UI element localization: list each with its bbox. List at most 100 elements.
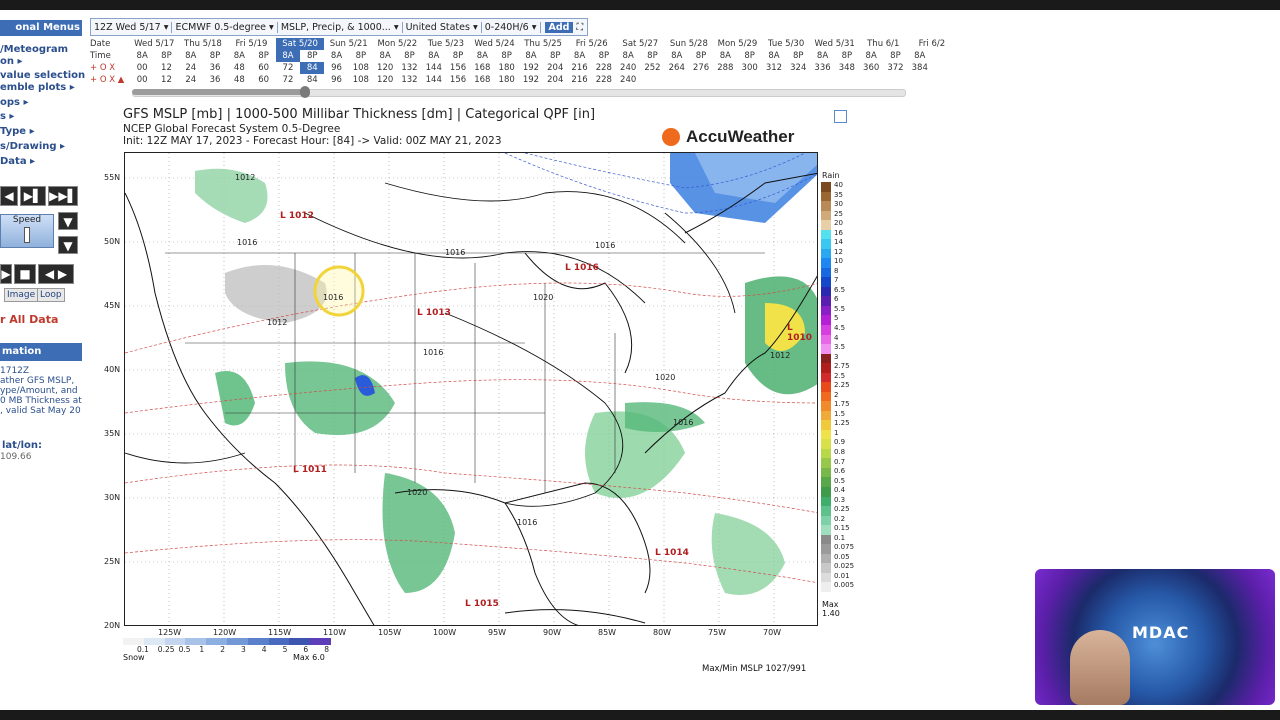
timeline-hour[interactable]: 204 xyxy=(543,74,567,86)
timeline-date[interactable]: Sat 5/27 xyxy=(616,38,665,50)
timeline-time[interactable]: 8A xyxy=(519,50,543,62)
timeline-date[interactable]: Mon 5/22 xyxy=(373,38,422,50)
timeline-hour[interactable]: 156 xyxy=(446,62,470,74)
timeline-hour[interactable]: 360 xyxy=(859,62,883,74)
play-forward-icon[interactable]: ▶▌ xyxy=(20,186,46,206)
timeline-hour[interactable]: 156 xyxy=(446,74,470,86)
timeline-hour[interactable]: 336 xyxy=(810,62,834,74)
sidebar-link[interactable]: /Meteogram xyxy=(0,44,68,55)
timeline-hour[interactable]: 00 xyxy=(130,62,154,74)
timeline-date[interactable]: Wed 5/24 xyxy=(470,38,519,50)
toolbar-dropdown[interactable]: United States ▾ xyxy=(403,21,482,33)
timeline-hour[interactable]: 48 xyxy=(227,62,251,74)
timeline-hour[interactable]: 192 xyxy=(519,62,543,74)
sidebar-link[interactable]: on ▸ xyxy=(0,56,23,67)
clear-all-link[interactable]: r All Data xyxy=(0,313,58,326)
timeline-time[interactable]: 8A xyxy=(470,50,494,62)
timeline-time[interactable]: 8P xyxy=(883,50,907,62)
timeline-hour[interactable]: 144 xyxy=(422,62,446,74)
timeline-hour[interactable]: 384 xyxy=(908,62,932,74)
timeline-date[interactable]: Fri 5/26 xyxy=(567,38,616,50)
stop-icon[interactable]: ■ xyxy=(14,264,36,284)
timeline-date[interactable]: Tue 5/23 xyxy=(422,38,471,50)
timeline-time[interactable]: 8P xyxy=(349,50,373,62)
speed-handle[interactable] xyxy=(24,227,30,243)
timeline-hour[interactable]: 60 xyxy=(252,62,276,74)
timeline-time[interactable]: 8P xyxy=(689,50,713,62)
timeline-date[interactable]: Fri 6/2 xyxy=(908,38,957,50)
timeline-time[interactable]: 8A xyxy=(665,50,689,62)
timeline-time[interactable]: 8A xyxy=(179,50,203,62)
timeline-hour[interactable]: 300 xyxy=(738,62,762,74)
sidebar-link[interactable]: emble plots ▸ xyxy=(0,82,75,93)
speed-down-icon[interactable]: ▼ xyxy=(58,236,78,254)
timeline-time[interactable]: 8P xyxy=(203,50,227,62)
timeline-hour[interactable]: 228 xyxy=(592,62,616,74)
timeline-hour[interactable]: 348 xyxy=(835,62,859,74)
timeline-hour[interactable]: 48 xyxy=(227,74,251,86)
timeline-hour[interactable]: 240 xyxy=(616,62,640,74)
timeline-time[interactable]: 8A xyxy=(713,50,737,62)
timeline-date[interactable]: Fri 5/19 xyxy=(227,38,276,50)
timeline-hour[interactable]: 192 xyxy=(519,74,543,86)
timeline-row1-controls[interactable]: + O X xyxy=(90,62,115,74)
timeline-hour[interactable]: 228 xyxy=(592,74,616,86)
timeline-hour[interactable]: 180 xyxy=(495,74,519,86)
timeline-hour[interactable]: 108 xyxy=(349,74,373,86)
timeline-hour[interactable]: 132 xyxy=(397,74,421,86)
timeline-hour[interactable]: 108 xyxy=(349,62,373,74)
timeline-hour[interactable]: 288 xyxy=(713,62,737,74)
timeline-hour[interactable]: 12 xyxy=(154,62,178,74)
timeline-hour[interactable]: 264 xyxy=(665,62,689,74)
timeline-hour[interactable]: 24 xyxy=(179,62,203,74)
timeline-hour[interactable]: 96 xyxy=(324,74,348,86)
sidebar-link[interactable]: Data ▸ xyxy=(0,156,35,167)
timeline-time[interactable]: 8P xyxy=(835,50,859,62)
timeline-hour[interactable]: 168 xyxy=(470,62,494,74)
sidebar-link[interactable]: Type ▸ xyxy=(0,126,35,137)
timeline-time[interactable]: 8A xyxy=(227,50,251,62)
timeline-hour[interactable]: 24 xyxy=(179,74,203,86)
timeline-hour[interactable]: 240 xyxy=(616,74,640,86)
sidebar-link[interactable]: ops ▸ xyxy=(0,97,28,108)
step-back-icon[interactable]: ◀ xyxy=(0,186,18,206)
timeline-hour[interactable]: 96 xyxy=(324,62,348,74)
toolbar-dropdown[interactable]: 12Z Wed 5/17 ▾ xyxy=(91,21,173,33)
toolbar-dropdown[interactable]: ECMWF 0.5-degree ▾ xyxy=(172,21,278,33)
timeline-time[interactable]: 8P xyxy=(738,50,762,62)
timeline-date[interactable]: Wed 5/17 xyxy=(130,38,179,50)
timeline-time[interactable]: 8A xyxy=(908,50,932,62)
timeline-time[interactable]: 8A xyxy=(859,50,883,62)
timeline-hour[interactable]: 60 xyxy=(252,74,276,86)
timeline-hour[interactable]: 36 xyxy=(203,74,227,86)
timeline-date[interactable]: Wed 5/31 xyxy=(810,38,859,50)
timeline-hour[interactable]: 72 xyxy=(276,74,300,86)
toolbar-dropdown[interactable]: MSLP, Precip, & 1000... ▾ xyxy=(278,21,403,33)
toolbar-dropdown[interactable]: 0-240H/6 ▾ xyxy=(482,21,541,33)
timeline-hour[interactable]: 36 xyxy=(203,62,227,74)
sidebar-link[interactable]: s ▸ xyxy=(0,111,14,122)
timeline-hour[interactable]: 204 xyxy=(543,62,567,74)
timeline-date[interactable]: Thu 5/18 xyxy=(179,38,228,50)
timeline-hour[interactable]: 372 xyxy=(883,62,907,74)
play-icon[interactable]: ▶ xyxy=(0,264,12,284)
timeline-time[interactable]: 8P xyxy=(397,50,421,62)
timeline-time[interactable]: 8A xyxy=(762,50,786,62)
timeline-hour[interactable]: 84 xyxy=(300,62,325,74)
timeline-time[interactable]: 8P xyxy=(495,50,519,62)
timeline-hour[interactable]: 72 xyxy=(276,62,300,74)
image-tab[interactable]: Image xyxy=(4,288,39,302)
timeline-hour[interactable]: 120 xyxy=(373,62,397,74)
add-button[interactable]: Add xyxy=(544,21,574,33)
timeline-time[interactable]: 8A xyxy=(130,50,154,62)
loop-tab[interactable]: Loop xyxy=(37,288,65,302)
timeline-time[interactable]: 8A xyxy=(373,50,397,62)
timeline-time[interactable]: 8A xyxy=(567,50,591,62)
timeline-time[interactable]: 8P xyxy=(640,50,664,62)
timeline-time[interactable]: 8A xyxy=(275,50,301,62)
timeline-date[interactable]: Sat 5/20 xyxy=(275,38,325,50)
timeline-hour[interactable]: 180 xyxy=(495,62,519,74)
timeline-date[interactable]: Mon 5/29 xyxy=(713,38,762,50)
timeline-date[interactable]: Thu 5/25 xyxy=(519,38,568,50)
timeline-hour[interactable]: 168 xyxy=(470,74,494,86)
